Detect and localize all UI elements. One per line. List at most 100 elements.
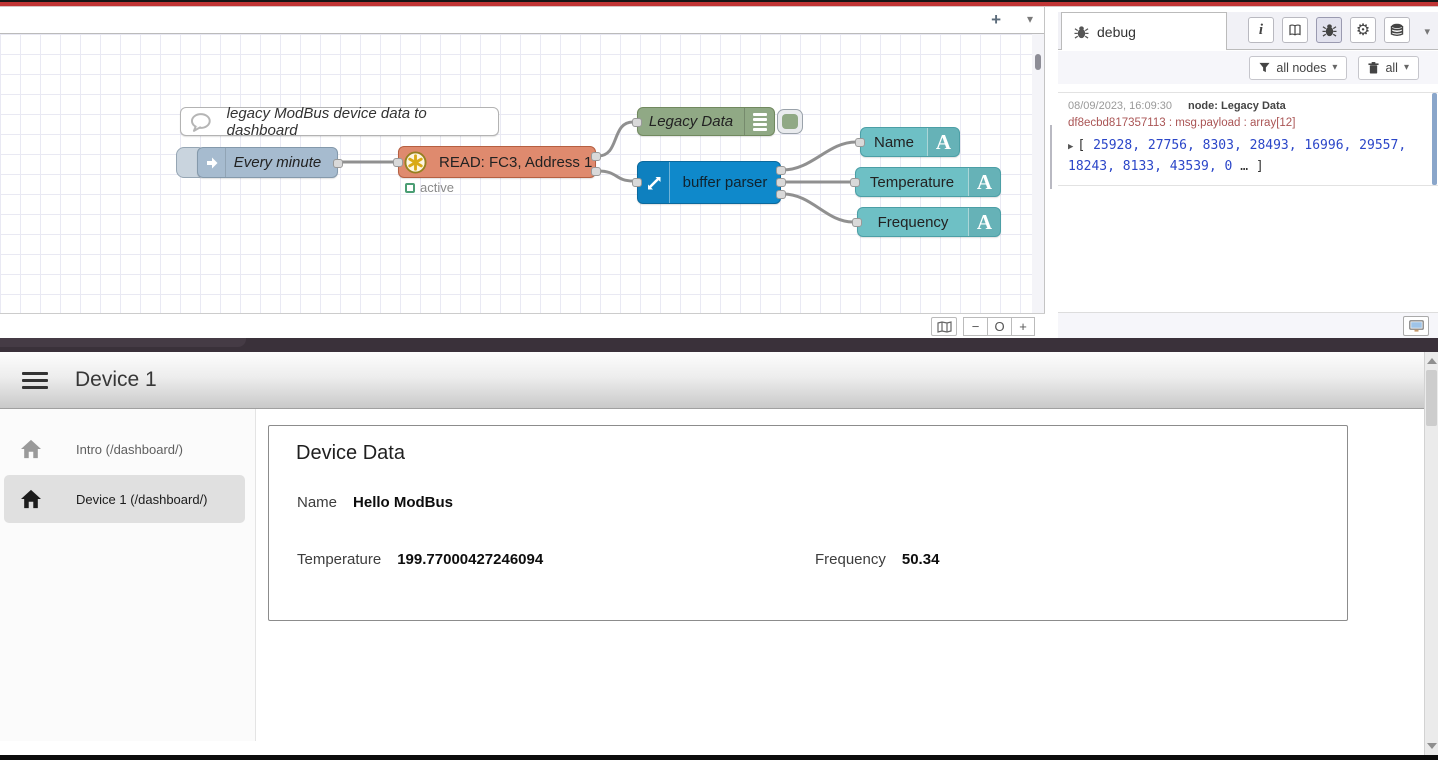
home-icon <box>20 439 42 459</box>
scrollbar-thumb[interactable] <box>1426 370 1437 426</box>
debug-node-label: Legacy Data <box>638 113 744 130</box>
context-tab-button[interactable] <box>1384 17 1410 43</box>
zoom-reset-button[interactable]: O <box>987 317 1011 336</box>
ui-text-node-name[interactable]: Name A <box>860 127 960 157</box>
debug-scrollbar-thumb[interactable] <box>1432 93 1437 185</box>
help-tab-button[interactable] <box>1282 17 1308 43</box>
zoom-out-button[interactable]: − <box>963 317 987 336</box>
tab-debug[interactable]: debug <box>1061 12 1227 50</box>
sidebar-item-device1[interactable]: Device 1 (/dashboard/) <box>4 475 245 523</box>
field-label: Name <box>297 494 337 511</box>
tab-debug-label: debug <box>1097 24 1136 40</box>
buffer-parser-icon <box>638 162 670 203</box>
dashboard-main: Device Data Name Hello ModBus Temperatur… <box>256 409 1424 741</box>
window-divider <box>0 338 1438 352</box>
map-icon <box>937 321 952 333</box>
expand-triangle-icon[interactable]: ▶ <box>1068 142 1073 152</box>
scroll-down-arrow-icon[interactable] <box>1427 743 1437 749</box>
workspace-tab-bar: + ▾ <box>0 7 1045 34</box>
debug-filter-row: all nodes ▾ all ▾ <box>1058 51 1438 84</box>
dashboard-scrollbar[interactable] <box>1424 352 1438 755</box>
chevron-down-icon: ▾ <box>1332 62 1337 73</box>
ui-frequency-input-port[interactable] <box>852 218 862 227</box>
dashboard-page-title: Device 1 <box>75 368 157 392</box>
clear-label: all <box>1385 61 1398 75</box>
clear-messages-dropdown[interactable]: all ▾ <box>1358 56 1419 80</box>
modbus-input-port[interactable] <box>393 158 403 167</box>
sidebar-menu-chevron-icon[interactable]: ▾ <box>1424 25 1430 38</box>
comment-node-label: legacy ModBus device data to dashboard <box>215 105 498 139</box>
modbus-output-port-2[interactable] <box>591 167 601 176</box>
node-red-editor-window: + ▾ legacy ModBus device data to dashboa… <box>0 7 1438 338</box>
buffer-parser-node[interactable]: buffer parser <box>637 161 781 204</box>
ui-name-input-port[interactable] <box>855 138 865 147</box>
trash-icon <box>1368 62 1379 74</box>
chevron-down-icon: ▾ <box>1404 62 1409 73</box>
inject-arrow-icon <box>198 148 226 177</box>
ui-node-label: Temperature <box>856 174 968 191</box>
text-icon: A <box>968 208 1000 236</box>
card-title: Device Data <box>296 442 405 465</box>
field-value: Hello ModBus <box>353 494 453 511</box>
dashboard-header: Device 1 <box>0 352 1438 409</box>
buffer-parser-label: buffer parser <box>670 174 780 191</box>
field-name: Name Hello ModBus <box>297 494 453 511</box>
modbus-output-port-1[interactable] <box>591 152 601 161</box>
buffer-output-port-1[interactable] <box>776 166 786 175</box>
database-icon <box>1390 23 1404 37</box>
modbus-status-text: active <box>420 180 454 195</box>
bug-icon <box>1322 23 1337 37</box>
ui-text-node-frequency[interactable]: Frequency A <box>857 207 1001 237</box>
comment-bubble-icon <box>189 112 215 132</box>
message-meta: df8ecbd817357113 : msg.payload : array[1… <box>1068 117 1414 129</box>
sidebar-footer <box>1058 312 1438 338</box>
comment-node[interactable]: legacy ModBus device data to dashboard <box>180 107 499 136</box>
book-icon <box>1288 24 1302 37</box>
text-icon: A <box>968 168 1000 196</box>
filter-nodes-dropdown[interactable]: all nodes ▾ <box>1249 56 1347 80</box>
inject-node[interactable]: Every minute <box>197 147 338 178</box>
bug-icon <box>1074 25 1089 39</box>
flow-list-chevron-icon[interactable]: ▾ <box>1027 12 1033 26</box>
buffer-input-port[interactable] <box>632 178 642 187</box>
debug-message-list[interactable]: 08/09/2023, 16:09:30 node: Legacy Data d… <box>1058 84 1438 312</box>
navigator-button[interactable] <box>931 317 957 336</box>
open-debug-window-button[interactable] <box>1403 316 1429 336</box>
modbus-read-node[interactable]: READ: FC3, Address 1 <box>398 146 596 178</box>
filter-label: all nodes <box>1276 61 1326 75</box>
message-payload[interactable]: ▶[ 25928, 27756, 8303, 28493, 16996, 295… <box>1068 136 1420 176</box>
ui-temperature-input-port[interactable] <box>850 178 860 187</box>
add-flow-button[interactable]: + <box>991 10 1001 30</box>
scroll-up-arrow-icon[interactable] <box>1427 358 1437 364</box>
field-frequency: Frequency 50.34 <box>815 551 939 568</box>
status-square-icon <box>405 183 415 193</box>
gear-icon: ⚙ <box>1356 20 1370 40</box>
canvas-vertical-scrollbar[interactable] <box>1032 34 1044 313</box>
debug-message[interactable]: 08/09/2023, 16:09:30 node: Legacy Data d… <box>1058 92 1438 186</box>
sidebar-item-intro[interactable]: Intro (/dashboard/) <box>4 425 245 473</box>
flow-canvas[interactable]: legacy ModBus device data to dashboard E… <box>0 34 1032 313</box>
debug-tab-button[interactable] <box>1316 17 1342 43</box>
inject-node-label: Every minute <box>226 154 337 171</box>
field-value: 199.77000427246094 <box>397 551 543 568</box>
debug-node-legacy-data[interactable]: Legacy Data <box>637 107 775 136</box>
inject-output-port[interactable] <box>333 159 343 168</box>
ui-text-node-temperature[interactable]: Temperature A <box>855 167 1001 197</box>
menu-hamburger-button[interactable] <box>22 372 48 393</box>
debug-input-port[interactable] <box>632 118 642 127</box>
window-bottom-edge <box>0 755 1438 760</box>
modbus-icon <box>399 147 431 177</box>
home-icon <box>20 489 42 509</box>
buffer-output-port-2[interactable] <box>776 178 786 187</box>
zoom-in-button[interactable]: + <box>1011 317 1035 336</box>
debug-enable-toggle[interactable] <box>777 109 803 134</box>
monitor-icon <box>1409 320 1424 333</box>
buffer-output-port-3[interactable] <box>776 190 786 199</box>
ui-node-label: Name <box>861 134 927 151</box>
info-tab-button[interactable]: i <box>1248 17 1274 43</box>
dashboard-sidebar: Intro (/dashboard/) Device 1 (/dashboard… <box>0 409 256 741</box>
config-tab-button[interactable]: ⚙ <box>1350 17 1376 43</box>
sidebar-resize-handle[interactable] <box>1044 7 1058 313</box>
field-label: Frequency <box>815 551 886 568</box>
dashboard-window: Device 1 Intro (/dashboard/) Device 1 (/… <box>0 352 1438 755</box>
